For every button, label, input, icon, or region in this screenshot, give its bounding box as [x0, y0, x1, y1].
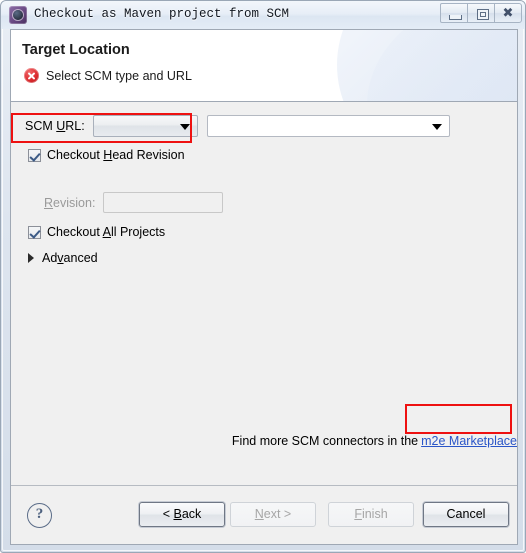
revision-label: Revision:: [44, 195, 96, 210]
checkout-head-revision-checkbox-row[interactable]: Checkout Head Revision: [28, 148, 185, 162]
scm-url-row: SCM URL:: [25, 115, 198, 137]
marketplace-hint-row: Find more SCM connectors in the m2e Marke…: [11, 434, 517, 448]
revision-row: Revision:: [44, 192, 224, 213]
checkout-all-projects-checkbox-row[interactable]: Checkout All Projects: [28, 225, 165, 239]
maven-gear-icon: [9, 6, 27, 24]
wizard-header: Target Location Select SCM type and URL: [11, 30, 517, 102]
checkout-all-projects-checkbox[interactable]: [28, 225, 41, 239]
restore-button[interactable]: [467, 3, 495, 23]
window-title: Checkout as Maven project from SCM: [34, 7, 290, 21]
next-button: Next >: [230, 502, 316, 527]
dialog-window: Checkout as Maven project from SCM ✖ Tar…: [0, 0, 526, 553]
dialog-button-bar: ? < Back Next > Finish Cancel: [11, 485, 517, 544]
chevron-right-icon: [28, 253, 34, 263]
revision-input: [103, 192, 224, 213]
cancel-button[interactable]: Cancel: [423, 502, 509, 527]
marketplace-hint-text: Find more SCM connectors in the: [231, 434, 419, 448]
window-controls: ✖: [440, 3, 522, 23]
status-message: Select SCM type and URL: [46, 68, 192, 83]
scm-type-combo[interactable]: [92, 115, 198, 137]
chevron-down-icon: [432, 124, 442, 130]
chevron-down-icon: [179, 124, 190, 130]
close-button[interactable]: ✖: [494, 3, 522, 23]
advanced-section-toggle[interactable]: Advanced: [28, 251, 98, 265]
m2e-marketplace-link[interactable]: m2e Marketplace: [421, 434, 517, 448]
minimize-icon: [449, 15, 462, 20]
dialog-client-area: Target Location Select SCM type and URL …: [10, 29, 518, 545]
advanced-label: Advanced: [42, 251, 98, 265]
status-message-row: Select SCM type and URL: [24, 68, 192, 83]
title-bar[interactable]: Checkout as Maven project from SCM ✖: [1, 1, 525, 29]
checkout-head-revision-label: Checkout Head Revision: [47, 148, 185, 162]
scm-url-combo[interactable]: [207, 115, 450, 137]
scm-url-label: SCM URL:: [25, 119, 85, 133]
close-icon: ✖: [502, 6, 514, 21]
help-icon[interactable]: ?: [27, 503, 52, 528]
minimize-button[interactable]: [440, 3, 468, 23]
error-icon: [24, 68, 39, 83]
page-title: Target Location: [22, 42, 130, 58]
back-button[interactable]: < Back: [139, 502, 225, 527]
checkout-all-projects-label: Checkout All Projects: [47, 225, 166, 239]
restore-icon: [477, 9, 489, 20]
wizard-body: SCM URL: Checkout Head Revision Revision…: [11, 102, 517, 487]
checkout-head-revision-checkbox[interactable]: [28, 148, 41, 162]
finish-button: Finish: [328, 502, 414, 527]
